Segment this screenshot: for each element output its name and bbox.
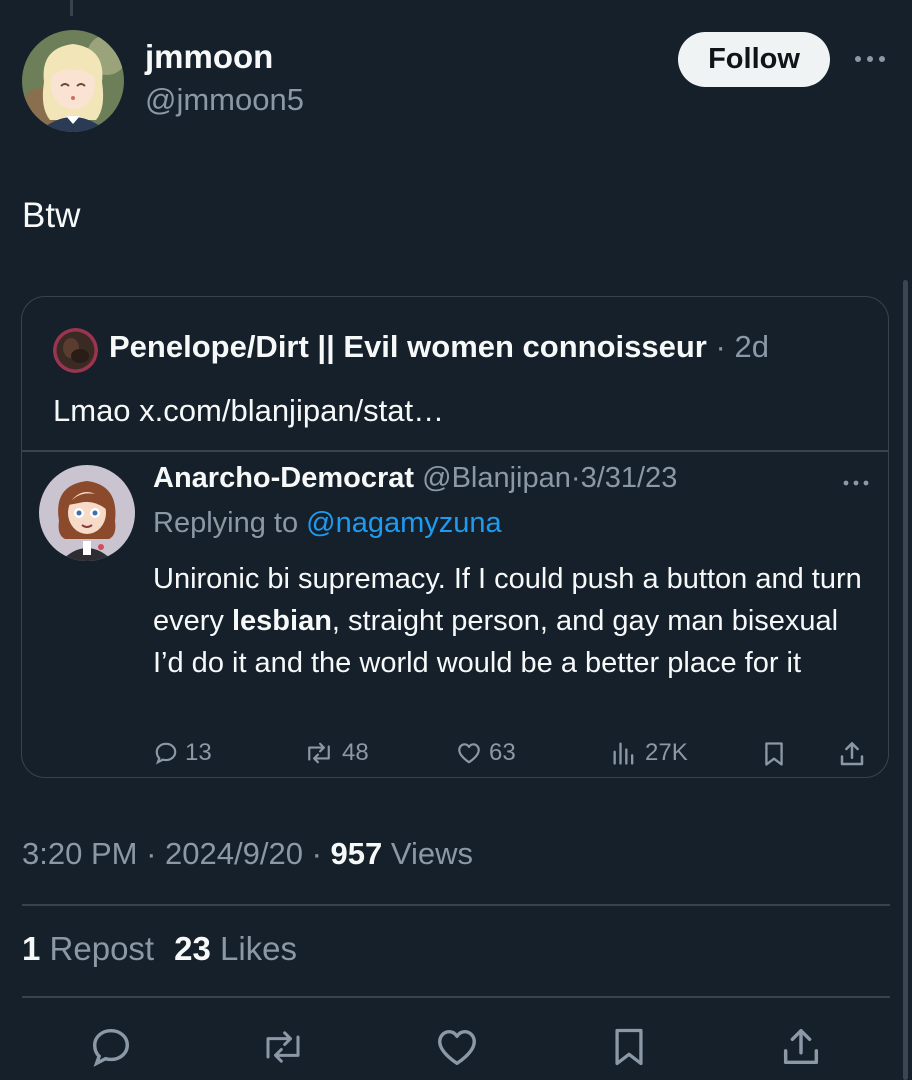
scrollbar[interactable] (903, 280, 908, 1080)
quoted-separator: · (715, 329, 726, 364)
share-icon (840, 742, 864, 766)
meta-separator-2: · (311, 836, 322, 871)
repost-button[interactable] (258, 1022, 308, 1072)
views-icon (613, 742, 634, 765)
follow-button[interactable]: Follow (678, 32, 830, 87)
divider-top (22, 904, 890, 906)
screenshot-more-icon (839, 473, 873, 493)
quoted-tweet-card[interactable]: Penelope/Dirt || Evil women connoisseur … (21, 296, 889, 778)
screenshot-views-count: 27K (645, 739, 688, 766)
reply-icon (155, 742, 177, 765)
quoted-header: Penelope/Dirt || Evil women connoisseur … (109, 329, 769, 365)
tweet-time: 3:20 PM (22, 836, 138, 871)
reply-button[interactable] (86, 1022, 136, 1072)
like-button[interactable] (432, 1022, 482, 1072)
screenshot-views: 27K (609, 739, 688, 767)
replying-prefix: Replying to (153, 507, 299, 539)
engagement-stats: 1 Repost 23 Likes (22, 930, 297, 968)
views-count[interactable]: 957 (331, 836, 383, 871)
reposts-stat[interactable]: 1 Repost (22, 930, 154, 967)
tweet-action-bar (0, 1022, 912, 1072)
quoted-timestamp: 2d (734, 329, 769, 364)
views-label: Views (390, 836, 474, 871)
likes-count: 23 (174, 930, 211, 967)
screenshot-body: Unironic bi supremacy. If I could push a… (153, 558, 873, 684)
repost-icon (308, 742, 330, 764)
tweet-text: Btw (22, 196, 81, 235)
quoted-author-avatar[interactable] (53, 328, 98, 373)
screenshot-separator: · (570, 462, 581, 494)
repost-icon (266, 1031, 300, 1063)
screenshot-bookmark (760, 739, 788, 769)
reposts-label: Repost (49, 930, 155, 967)
meta-separator-1: · (146, 836, 157, 871)
divider-bottom (22, 996, 890, 998)
like-icon (458, 743, 480, 764)
screenshot-likes: 63 (455, 739, 516, 767)
thread-connector (70, 0, 73, 16)
share-icon (783, 1028, 819, 1065)
more-options-icon[interactable] (850, 46, 890, 72)
screenshot-replies-count: 13 (185, 739, 212, 766)
screenshot-likes-count: 63 (489, 739, 516, 766)
body-bold-word: lesbian (231, 605, 332, 637)
replying-mention: @nagamyzuna (306, 507, 502, 539)
screenshot-replies: 13 (153, 739, 212, 767)
screenshot-author-handle: @Blanjipan (422, 462, 571, 494)
screenshot-replying-to: Replying to @nagamyzuna (153, 507, 502, 540)
screenshot-date: 3/31/23 (580, 462, 678, 494)
reposts-count: 1 (22, 930, 41, 967)
share-button[interactable] (776, 1022, 826, 1072)
bookmark-icon (765, 742, 783, 766)
screenshot-action-bar: 13 48 63 27K (22, 739, 888, 775)
screenshot-share (837, 739, 867, 769)
tweet-date: 2024/9/20 (165, 836, 303, 871)
screenshot-author-avatar (39, 465, 135, 561)
screenshot-author-name: Anarcho-Democrat (153, 462, 415, 494)
author-avatar[interactable] (22, 30, 124, 132)
screenshot-header: Anarcho-Democrat @Blanjipan·3/31/23 (153, 462, 677, 495)
like-icon (438, 1029, 476, 1066)
likes-stat[interactable]: 23 Likes (174, 930, 297, 967)
bookmark-button[interactable] (604, 1022, 654, 1072)
likes-label: Likes (219, 930, 298, 967)
quoted-divider (22, 450, 888, 452)
bookmark-icon (615, 1028, 643, 1066)
screenshot-reposts: 48 (302, 739, 369, 767)
tweet-metadata: 3:20 PM · 2024/9/20 · 957 Views (22, 836, 473, 872)
quoted-author-name[interactable]: Penelope/Dirt || Evil women connoisseur (109, 329, 707, 364)
reply-icon (92, 1028, 130, 1067)
screenshot-reposts-count: 48 (342, 739, 369, 766)
author-handle[interactable]: @jmmoon5 (145, 82, 304, 118)
quoted-text: Lmao x.com/blanjipan/stat… (53, 393, 445, 428)
author-display-name[interactable]: jmmoon (145, 38, 273, 76)
